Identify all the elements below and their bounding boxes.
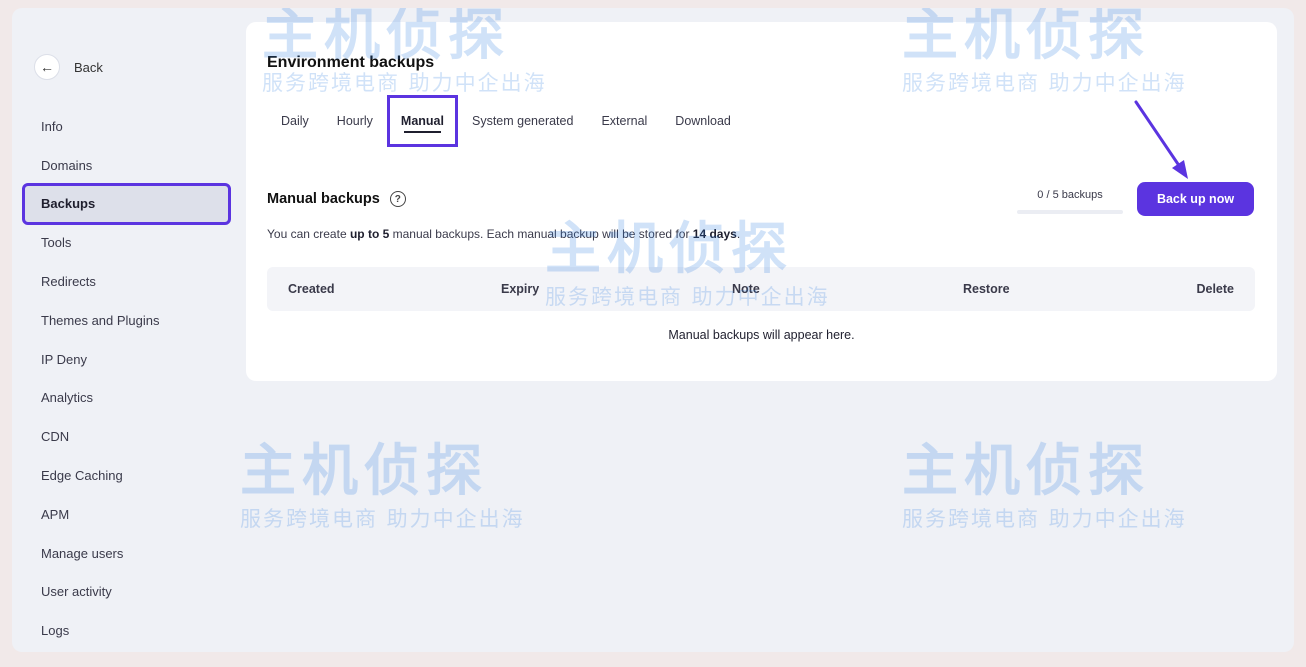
sidebar-item-tools[interactable]: Tools	[24, 223, 229, 262]
app-window: ← Back Info Domains Backups Tools Redire…	[12, 8, 1294, 652]
desc-suffix: .	[736, 227, 741, 241]
section-title-text: Manual backups	[267, 191, 380, 207]
page-title: Environment backups	[267, 54, 435, 71]
watermark-title: 主机侦探	[902, 439, 1150, 504]
annotation-arrow-icon	[1134, 100, 1188, 179]
sidebar-item-redirects[interactable]: Redirects	[24, 262, 229, 301]
sidebar-item-logs[interactable]: Logs	[24, 611, 229, 650]
backup-tabs: Daily Hourly Manual System generated Ext…	[267, 95, 745, 147]
column-created: Created	[288, 282, 335, 296]
sidebar-item-themes-plugins[interactable]: Themes and Plugins	[24, 301, 229, 340]
desc-middle: manual backups. Each manual backup will …	[389, 227, 693, 241]
tab-hourly[interactable]: Hourly	[323, 95, 387, 147]
table-header: Created Expiry Note Restore Delete	[267, 267, 1255, 311]
desc-retention: 14 days	[692, 227, 737, 241]
sidebar-nav: Info Domains Backups Tools Redirects The…	[22, 107, 231, 650]
sidebar-item-analytics[interactable]: Analytics	[24, 379, 229, 418]
back-label: Back	[74, 59, 103, 75]
empty-state-message: Manual backups will appear here.	[668, 328, 855, 342]
backups-card: Environment backups Daily Hourly Manual …	[246, 22, 1277, 381]
column-expiry: Expiry	[501, 282, 540, 296]
tab-manual[interactable]: Manual	[386, 95, 458, 147]
section-description: You can create up to 5 manual backups. E…	[267, 227, 740, 241]
column-note: Note	[732, 282, 760, 296]
watermark-title: 主机侦探	[240, 439, 488, 504]
section-title: Manual backups ?	[267, 191, 406, 207]
watermark-subtitle: 服务跨境电商 助力中企出海	[902, 507, 1187, 531]
back-up-now-button[interactable]: Back up now	[1137, 182, 1254, 216]
quota-bar	[1017, 210, 1123, 214]
tab-download[interactable]: Download	[661, 95, 745, 147]
tab-daily[interactable]: Daily	[267, 95, 323, 147]
backup-quota: 0 / 5 backups	[1017, 189, 1123, 214]
watermark: 主机侦探 服务跨境电商 助力中企出海	[240, 426, 525, 533]
help-icon[interactable]: ?	[389, 191, 406, 207]
sidebar-item-edge-caching[interactable]: Edge Caching	[24, 456, 229, 495]
sidebar-item-backups[interactable]: Backups	[22, 182, 231, 226]
sidebar-item-ip-deny[interactable]: IP Deny	[24, 340, 229, 379]
sidebar-item-domains[interactable]: Domains	[24, 146, 229, 185]
desc-limit: up to 5	[349, 227, 390, 241]
sidebar-item-user-activity[interactable]: User activity	[24, 573, 229, 612]
sidebar-item-manage-users[interactable]: Manage users	[24, 534, 229, 573]
tab-external[interactable]: External	[587, 95, 661, 147]
sidebar-item-cdn[interactable]: CDN	[24, 417, 229, 456]
sidebar-item-apm[interactable]: APM	[24, 495, 229, 534]
tab-system-generated[interactable]: System generated	[458, 95, 587, 147]
desc-prefix: You can create	[267, 227, 350, 241]
back-button[interactable]: ← Back	[34, 53, 103, 81]
arrow-left-icon: ←	[34, 54, 60, 80]
column-delete: Delete	[1196, 282, 1234, 296]
watermark: 主机侦探 服务跨境电商 助力中企出海	[902, 426, 1187, 533]
sidebar-item-info[interactable]: Info	[24, 107, 229, 146]
quota-text: 0 / 5 backups	[1037, 189, 1103, 201]
column-restore: Restore	[963, 282, 1010, 296]
watermark-subtitle: 服务跨境电商 助力中企出海	[240, 507, 525, 531]
